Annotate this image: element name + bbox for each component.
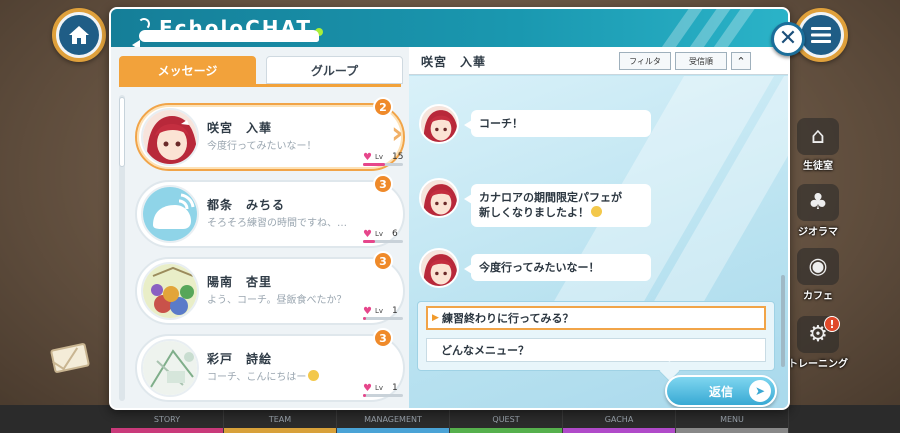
contact-name: 彩戸 詩絵: [207, 352, 273, 366]
affinity-level: ♥ Lv 1: [363, 382, 398, 394]
contact-name: 陽南 杏里: [207, 275, 273, 289]
message-row: カナロアの期間限定パフェが 新しくなりましたよ！: [419, 178, 651, 227]
filter-button[interactable]: フィルタ: [619, 52, 671, 70]
affinity-bar: [363, 317, 403, 320]
affinity-bar: [363, 240, 403, 243]
chevron-right-icon: ›: [391, 116, 404, 151]
contact-name: 都条 みちる: [207, 198, 286, 212]
contact-preview: よう、コーチ。昼飯食べたか？: [207, 295, 347, 306]
side-menu-item-dorm[interactable]: ⌂ 生徒室: [790, 118, 846, 172]
unread-badge: 3: [373, 174, 393, 194]
affinity-level: ♥ Lv 1: [363, 305, 398, 317]
reply-choice[interactable]: どんなメニュー？: [426, 338, 766, 362]
messages-scrollbar[interactable]: [781, 275, 785, 367]
conversation-header: 咲宮 入華 フィルタ 受信順 ⌃: [409, 47, 788, 75]
chat-window: EcholoCHAT メッセージ グループ 咲宮 入華 今度行ってみたいなー！ …: [109, 7, 790, 410]
contact-name: 咲宮 入華: [207, 121, 273, 135]
contact-preview: 今度行ってみたいなー！: [207, 141, 317, 152]
message-bubble: カナロアの期間限定パフェが 新しくなりましたよ！: [464, 184, 651, 227]
heart-icon: ♥: [363, 228, 372, 240]
side-menu-item-diorama[interactable]: ♣ ジオラマ: [790, 184, 846, 238]
tab-bar: メッセージ グループ: [119, 56, 403, 84]
affinity-level: ♥ Lv 15: [363, 151, 404, 163]
close-icon: ✕: [778, 26, 798, 51]
contact-item[interactable]: 陽南 杏里 よう、コーチ。昼飯食べたか？ 3 ♥ Lv 1: [135, 251, 405, 325]
triangle-right-icon: ▶: [432, 313, 439, 323]
contact-item[interactable]: 彩戸 詩絵 コーチ、こんにちはー 3 ♥ Lv 1: [135, 328, 405, 402]
avatar: [141, 339, 199, 397]
message-row: コーチ！: [419, 104, 651, 144]
avatar: [141, 262, 199, 320]
chat-logo-icon: [125, 18, 319, 47]
message-area: コーチ！ カナロアの期間限定パフェが 新しくなりましたよ！ 今度行ってみたいなー…: [409, 76, 788, 408]
tab-underline: [119, 84, 401, 87]
message-row: 今度行ってみたいなー！: [419, 248, 651, 288]
reply-button[interactable]: 返信 ➤: [665, 375, 777, 407]
heart-icon: ♥: [363, 151, 372, 163]
training-alert-badge: !: [824, 316, 840, 332]
title-bar: EcholoCHAT: [111, 9, 788, 47]
close-button[interactable]: ✕: [771, 22, 805, 56]
tab-groups[interactable]: グループ: [266, 56, 403, 84]
message-bubble: 今度行ってみたいなー！: [464, 254, 651, 282]
contact-item[interactable]: 都条 みちる そろそろ練習の時間ですね、… 3 ♥ Lv 6: [135, 174, 405, 248]
contact-preview: そろそろ練習の時間ですね、…: [207, 218, 347, 229]
side-menu-item-cafe[interactable]: ◉ カフェ: [790, 248, 846, 302]
smile-emoji-icon: [308, 370, 320, 381]
contacts-scrollbar[interactable]: [119, 95, 125, 401]
plate-icon: ◉: [797, 248, 839, 285]
affinity-bar: [363, 394, 403, 397]
smile-emoji-icon: [591, 206, 602, 218]
heart-icon: ♥: [363, 305, 372, 317]
chevron-up-icon[interactable]: ⌃: [731, 52, 751, 70]
avatar: [419, 178, 459, 218]
avatar: [419, 248, 459, 288]
avatar: [419, 104, 459, 144]
home-button[interactable]: [52, 8, 106, 62]
unread-badge: 3: [373, 251, 393, 271]
unread-badge: 2: [373, 97, 393, 117]
unread-badge: 3: [373, 328, 393, 348]
home-icon: [59, 15, 99, 55]
avatar: [141, 108, 199, 166]
arrow-right-icon: ➤: [749, 380, 771, 402]
reply-choice[interactable]: ▶ 練習終わりに行ってみる？: [426, 306, 766, 330]
conversation-partner-name: 咲宮 入華: [421, 55, 487, 69]
contacts-scroll-thumb[interactable]: [119, 97, 125, 167]
affinity-bar: [363, 163, 403, 166]
avatar: [141, 185, 199, 243]
hamburger-icon: [801, 15, 841, 55]
conversation-panel: 咲宮 入華 フィルタ 受信順 ⌃ コーチ！ カナロアの期間限定パフェが 新しくな…: [409, 47, 788, 408]
reply-choices: ▶ 練習終わりに行ってみる？ どんなメニュー？: [417, 301, 775, 371]
contact-preview: コーチ、こんにちはー: [207, 368, 320, 383]
sort-order-button[interactable]: 受信順: [675, 52, 727, 70]
heart-icon: ♥: [363, 382, 372, 394]
contact-item[interactable]: 咲宮 入華 今度行ってみたいなー！ 2 ♥ Lv 15 ›: [135, 97, 405, 171]
hanger-icon: ⌂: [797, 118, 839, 155]
affinity-level: ♥ Lv 6: [363, 228, 398, 240]
palm-tree-icon: ♣: [797, 184, 839, 221]
contacts-panel: メッセージ グループ 咲宮 入華 今度行ってみたいなー！ 2 ♥ Lv 15 › 都…: [111, 47, 409, 408]
side-menu-item-training[interactable]: ⚙ トレーニング !: [788, 316, 848, 370]
message-bubble: コーチ！: [464, 110, 651, 138]
tab-messages[interactable]: メッセージ: [119, 56, 256, 84]
